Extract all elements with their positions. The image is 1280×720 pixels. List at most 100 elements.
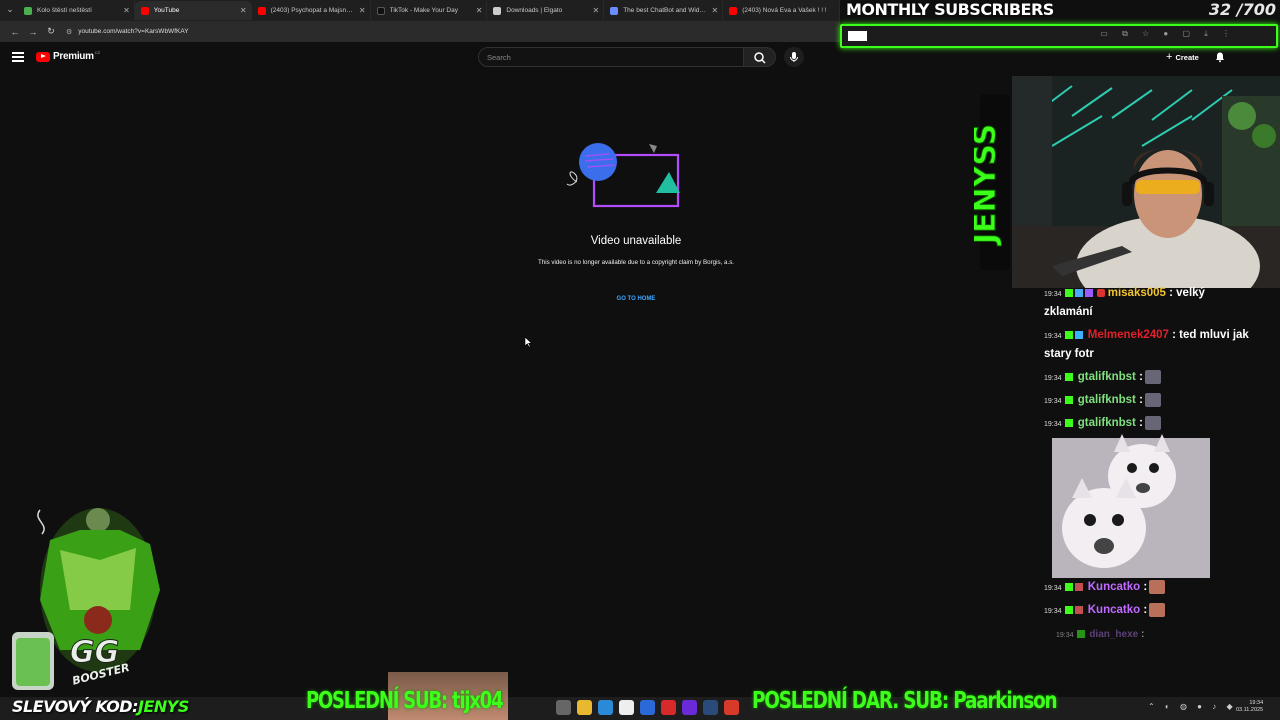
gg-booster-product-image: GG BOOSTER (12, 508, 160, 690)
error-description: This video is no longer available due to… (537, 259, 735, 266)
browser-tab[interactable]: Kolo štěstí neštěstí ✕ (18, 1, 135, 20)
chat-message: 19:34 gtalifknbst : (1044, 368, 1161, 388)
hamburger-menu-icon[interactable] (12, 52, 24, 62)
sub-badge-icon (1064, 330, 1073, 339)
search-input[interactable]: Search (478, 47, 744, 67)
sub-badge-icon (1064, 372, 1073, 381)
cat-emote-overlay (1052, 434, 1210, 578)
chat-message: 19:34 Melmenek2407 : ted mluvi jak (1044, 326, 1249, 346)
browser-tab[interactable]: TikTok - Make Your Day ✕ (371, 1, 488, 20)
youtube-header: Premium CZ Search + Create (0, 42, 1280, 74)
tab-search-icon[interactable]: ⌄ (4, 4, 16, 16)
browser-tab-active[interactable]: YouTube ✕ (134, 1, 252, 20)
url-field[interactable]: ⚙ youtube.com/watch?v=KarsWbWfKAY (66, 28, 189, 36)
error-title: Video unavailable (590, 235, 682, 247)
chat-message: 19:34 Kuncatko : (1044, 578, 1166, 598)
stream-deck-icon[interactable] (682, 700, 697, 715)
chat-text: : (1140, 581, 1148, 593)
chat-time: 19:34 (1044, 608, 1062, 615)
tab-title: (2403) Nová Eva a Vašek ! ! ! (742, 7, 827, 14)
browser-tab[interactable]: (2403) Nová Eva a Vašek ! ! ! (723, 1, 840, 20)
browser-tab[interactable]: The best ChatBot and Widgets ✕ (604, 1, 724, 20)
sub-badge-icon (1064, 395, 1073, 404)
gift-badge-icon (1074, 582, 1083, 591)
jenyss-logo: JENYSS (974, 94, 1010, 270)
browser-tab[interactable]: Downloads | Elgato ✕ (487, 1, 605, 20)
chat-time: 19:34 (1044, 291, 1062, 298)
chat-message-continued: zklamání (1044, 303, 1093, 322)
reload-icon[interactable]: ↻ (42, 26, 60, 37)
tab-title: TikTok - Make Your Day (389, 7, 458, 14)
sub-badge-icon (1064, 605, 1073, 614)
opera-icon[interactable] (661, 700, 676, 715)
tab-favicon (24, 6, 32, 15)
voice-search-button[interactable] (784, 47, 804, 67)
chat-username: Kuncatko (1087, 581, 1141, 593)
mail-icon[interactable] (640, 700, 655, 715)
subs-goal-title: MONTHLY SUBSCRIBERS (846, 0, 1054, 19)
webcam-feed (1012, 76, 1280, 288)
close-icon[interactable]: ✕ (123, 6, 130, 15)
create-label: Create (1175, 52, 1199, 62)
subs-goal-count: 32 /700 (1208, 0, 1276, 19)
youtube-logo[interactable]: Premium CZ (36, 50, 100, 62)
chat-text: : velký (1165, 287, 1205, 299)
chat-time: 19:34 (1056, 632, 1074, 639)
clock-date: 03.11.2025 (1236, 707, 1264, 713)
sub-badge-icon (1076, 630, 1085, 639)
browser-tabstrip: ⌄ Kolo štěstí neštěstí ✕ YouTube ✕ (2403) … (0, 0, 840, 21)
search-button[interactable] (744, 47, 776, 67)
chat-username: gtalifknbst (1077, 371, 1136, 383)
chat-text: : (1138, 629, 1145, 640)
chat-text: : (1135, 394, 1143, 406)
chat-time: 19:34 (1044, 333, 1062, 340)
chrome-icon[interactable] (724, 700, 739, 715)
tab-title: Downloads | Elgato (506, 7, 563, 14)
tab-favicon (257, 6, 266, 15)
emote-icon (1096, 288, 1105, 297)
sub-badge-icon (1064, 288, 1073, 297)
steam-icon[interactable] (703, 700, 718, 715)
emote-icon (1149, 602, 1166, 617)
chat-time: 19:34 (1044, 375, 1062, 382)
video-unavailable-illustration (566, 143, 680, 208)
create-button[interactable]: + Create (1160, 48, 1205, 66)
sub-badge-icon (1064, 582, 1073, 591)
file-explorer-icon[interactable] (577, 700, 592, 715)
chat-message: 19:34 misaks005 : velký (1044, 284, 1205, 304)
forward-icon[interactable]: → (24, 27, 42, 37)
chat-time: 19:34 (1044, 585, 1062, 592)
subs-goal-fill (848, 31, 867, 41)
browser-tab[interactable]: (2403) Psychopat a Majsner vs ✕ (252, 1, 371, 20)
task-view-icon[interactable] (556, 700, 571, 715)
chat-time: 19:34 (1044, 398, 1062, 405)
promo-code: JENYS (137, 697, 189, 716)
close-icon[interactable]: ✕ (476, 6, 483, 15)
back-icon[interactable]: ← (6, 27, 24, 37)
emote-icon (1149, 579, 1166, 594)
close-icon[interactable]: ✕ (711, 6, 718, 15)
search-icon (754, 52, 766, 64)
close-icon[interactable]: ✕ (592, 6, 599, 15)
chat-message: 19:34 gtalifknbst : (1044, 391, 1161, 411)
address-bar: ← → ↻ ⚙ youtube.com/watch?v=KarsWbWfKAY (0, 21, 840, 42)
system-tray-icons[interactable]: ⌃ ◐ ◍ ● ♪ ◆ (1148, 702, 1237, 711)
chat-time: 19:34 (1044, 421, 1062, 428)
close-icon[interactable]: ✕ (240, 6, 247, 15)
tab-title: The best ChatBot and Widgets (623, 7, 709, 14)
webcam-scene (1012, 76, 1280, 288)
site-info-icon[interactable]: ⚙ (66, 28, 72, 36)
last-gift-sub-banner: POSLEDNÍ DAR. SUB: Paarkinson (752, 688, 1058, 714)
clock-time: 19:34 (1249, 700, 1264, 706)
chat-message: 19:34 dian_hexe : (1056, 625, 1144, 645)
promo-code-banner: SLEVOVÝ KOD:JENYS (12, 697, 189, 716)
logo-text: Premium (53, 51, 94, 62)
edge-icon[interactable] (598, 700, 613, 715)
close-icon[interactable]: ✕ (359, 6, 366, 15)
taskbar-clock[interactable]: 19:34 03.11.2025 (1236, 700, 1263, 714)
notifications-bell-icon[interactable] (1214, 51, 1226, 63)
go-to-home-button[interactable]: GO TO HOME (606, 293, 666, 305)
tab-title: (2403) Psychopat a Majsner vs (270, 7, 356, 14)
store-icon[interactable] (619, 700, 634, 715)
mod-badge-icon (1074, 288, 1083, 297)
